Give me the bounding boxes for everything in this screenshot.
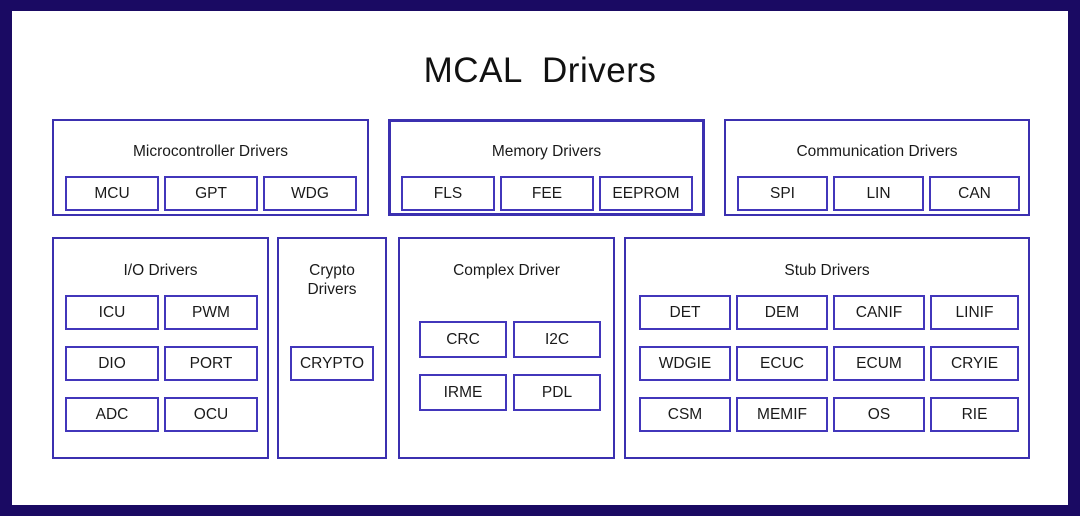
driver-cell-port[interactable]: PORT — [164, 346, 258, 381]
group-communication-drivers: Communication Drivers SPI LIN CAN — [724, 119, 1030, 216]
driver-cell-icu[interactable]: ICU — [65, 295, 159, 330]
driver-cell-memif[interactable]: MEMIF — [736, 397, 828, 432]
group-io-drivers: I/O Drivers ICU PWM DIO PORT ADC OCU — [52, 237, 269, 459]
driver-cell-cryie[interactable]: CRYIE — [930, 346, 1019, 381]
driver-cell-det[interactable]: DET — [639, 295, 731, 330]
group-title-communication-drivers: Communication Drivers — [796, 143, 958, 160]
driver-cell-eeprom[interactable]: EEPROM — [599, 176, 693, 211]
group-title-memory-drivers: Memory Drivers — [491, 143, 602, 160]
driver-cell-crypto[interactable]: CRYPTO — [290, 346, 374, 381]
driver-cell-canif[interactable]: CANIF — [833, 295, 925, 330]
group-title-crypto-line1: Crypto — [309, 262, 355, 279]
driver-cell-crc[interactable]: CRC — [419, 321, 507, 358]
driver-cell-os[interactable]: OS — [833, 397, 925, 432]
group-stub-drivers: Stub Drivers DET DEM CANIF LINIF WDGIE E… — [624, 237, 1030, 459]
group-complex-driver: Complex Driver CRC I2C IRME PDL — [398, 237, 615, 459]
driver-cell-lin[interactable]: LIN — [833, 176, 924, 211]
group-title-io-drivers: I/O Drivers — [123, 262, 198, 279]
driver-cell-pdl[interactable]: PDL — [513, 374, 601, 411]
driver-cell-gpt[interactable]: GPT — [164, 176, 258, 211]
group-title-stub-drivers: Stub Drivers — [784, 262, 870, 279]
driver-cell-i2c[interactable]: I2C — [513, 321, 601, 358]
driver-cell-adc[interactable]: ADC — [65, 397, 159, 432]
page-title: MCAL Drivers — [423, 51, 657, 90]
driver-cell-ecuc[interactable]: ECUC — [736, 346, 828, 381]
driver-cell-rie[interactable]: RIE — [930, 397, 1019, 432]
driver-cell-wdg[interactable]: WDG — [263, 176, 357, 211]
driver-cell-linif[interactable]: LINIF — [930, 295, 1019, 330]
driver-cell-fee[interactable]: FEE — [500, 176, 594, 211]
driver-cell-dem[interactable]: DEM — [736, 295, 828, 330]
group-memory-drivers: Memory Drivers FLS FEE EEPROM — [388, 119, 705, 216]
diagram-canvas: MCAL Drivers Microcontroller Drivers MCU… — [12, 11, 1068, 505]
group-title-microcontroller-drivers: Microcontroller Drivers — [132, 143, 289, 160]
driver-cell-csm[interactable]: CSM — [639, 397, 731, 432]
driver-cell-ocu[interactable]: OCU — [164, 397, 258, 432]
diagram-frame: MCAL Drivers Microcontroller Drivers MCU… — [0, 0, 1080, 516]
driver-cell-irme[interactable]: IRME — [419, 374, 507, 411]
driver-cell-pwm[interactable]: PWM — [164, 295, 258, 330]
driver-cell-dio[interactable]: DIO — [65, 346, 159, 381]
group-crypto-drivers: Crypto Drivers CRYPTO — [277, 237, 387, 459]
driver-cell-ecum[interactable]: ECUM — [833, 346, 925, 381]
driver-cell-spi[interactable]: SPI — [737, 176, 828, 211]
driver-cell-can[interactable]: CAN — [929, 176, 1020, 211]
group-title-crypto-line2: Drivers — [307, 281, 357, 298]
driver-cell-wdgie[interactable]: WDGIE — [639, 346, 731, 381]
group-microcontroller-drivers: Microcontroller Drivers MCU GPT WDG — [52, 119, 369, 216]
driver-cell-mcu[interactable]: MCU — [65, 176, 159, 211]
group-title-complex-driver: Complex Driver — [453, 262, 560, 279]
driver-cell-fls[interactable]: FLS — [401, 176, 495, 211]
group-title-crypto-drivers: Crypto Drivers — [279, 261, 385, 299]
